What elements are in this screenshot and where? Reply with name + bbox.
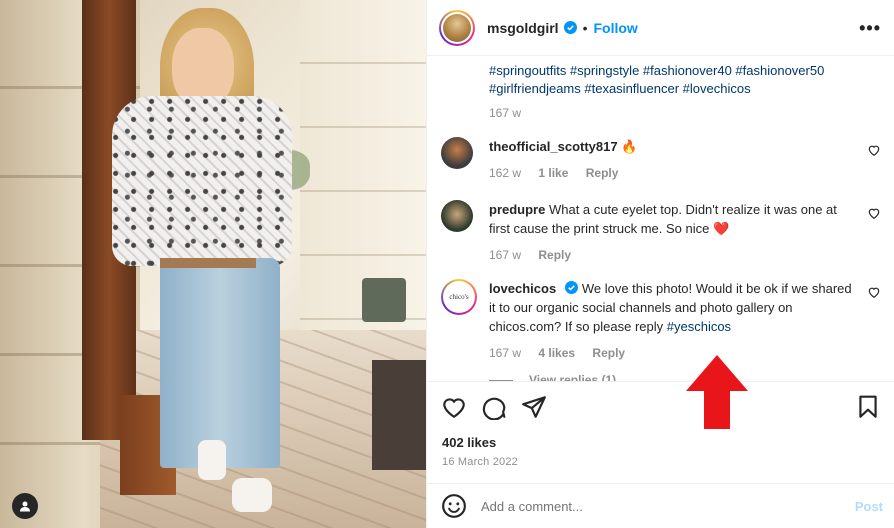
comment-emoji: ❤️ (713, 221, 730, 236)
jeans (160, 258, 280, 468)
separator-dot: • (582, 19, 588, 36)
comment-emoji: 🔥 (621, 139, 638, 154)
comment-time[interactable]: 162 w (489, 166, 521, 180)
commenter-avatar[interactable]: chico's (441, 279, 477, 315)
user-icon[interactable] (12, 493, 38, 519)
comment-item: predupre What a cute eyelet top. Didn't … (441, 200, 881, 265)
dark-doorway (372, 360, 426, 470)
belt (160, 258, 256, 268)
follow-button[interactable]: Follow (593, 20, 637, 36)
verified-badge-icon (563, 21, 577, 34)
more-options-icon[interactable]: ••• (859, 18, 881, 39)
heart-icon[interactable] (867, 206, 881, 220)
post-actions: 402 likes 16 March 2022 (427, 381, 894, 493)
caption-time[interactable]: 167 w (489, 106, 521, 120)
share-icon[interactable] (521, 394, 547, 420)
post-header: msgoldgirl • Follow ••• (427, 0, 894, 56)
comment-item: chico's lovechicos We love this photo! W… (441, 279, 881, 363)
reply-button[interactable]: Reply (592, 346, 625, 360)
caption: #springoutfits #springstyle #fashionover… (489, 57, 849, 122)
author-avatar[interactable] (439, 9, 475, 46)
bookmark-icon[interactable] (855, 394, 881, 420)
comments-list[interactable]: #springoutfits #springstyle #fashionover… (427, 57, 894, 381)
sandal-right (232, 478, 272, 512)
commenter-username[interactable]: predupre (489, 202, 545, 217)
reply-button[interactable]: Reply (586, 166, 619, 180)
commenter-avatar[interactable] (441, 137, 473, 169)
add-comment-bar: Post (427, 483, 894, 528)
plant-pot (362, 278, 406, 322)
printed-blouse (112, 96, 292, 266)
likes-count[interactable]: 402 likes (442, 435, 496, 450)
emoji-icon[interactable] (441, 493, 467, 519)
heart-icon[interactable] (867, 285, 881, 299)
comment-time[interactable]: 167 w (489, 248, 521, 262)
chicos-logo: chico's (443, 281, 475, 313)
verified-badge-icon (564, 281, 578, 294)
comment-icon[interactable] (481, 394, 507, 420)
author-username[interactable]: msgoldgirl (487, 20, 559, 36)
view-replies-button[interactable]: View replies (1) (489, 373, 616, 381)
heart-icon[interactable] (441, 394, 467, 420)
sandal-left (198, 440, 226, 480)
comment-hashtag[interactable]: #yeschicos (667, 319, 731, 334)
post-date[interactable]: 16 March 2022 (442, 456, 518, 468)
comment-input[interactable] (481, 498, 855, 514)
heart-icon[interactable] (867, 143, 881, 157)
red-arrow-annotation (686, 355, 748, 429)
reply-button[interactable]: Reply (538, 248, 571, 262)
post-photo[interactable] (0, 0, 426, 528)
caption-hashtags-2[interactable]: #girlfriendjeams #texasinfluencer #lovec… (489, 80, 849, 98)
commenter-avatar[interactable] (441, 200, 473, 232)
commenter-username[interactable]: theofficial_scotty817 (489, 139, 618, 154)
comment-time[interactable]: 167 w (489, 346, 521, 360)
post-comment-button[interactable]: Post (855, 499, 883, 514)
post-details-panel: msgoldgirl • Follow ••• #springoutfits #… (426, 0, 894, 528)
comment-likes[interactable]: 1 like (538, 166, 568, 180)
commenter-username[interactable]: lovechicos (489, 281, 556, 296)
caption-hashtags-1[interactable]: #springoutfits #springstyle #fashionover… (489, 62, 849, 80)
comment-item: theofficial_scotty817 🔥 162 w 1 like Rep… (441, 137, 881, 183)
comment-likes[interactable]: 4 likes (538, 346, 575, 360)
view-replies-label[interactable]: View replies (1) (529, 373, 616, 381)
